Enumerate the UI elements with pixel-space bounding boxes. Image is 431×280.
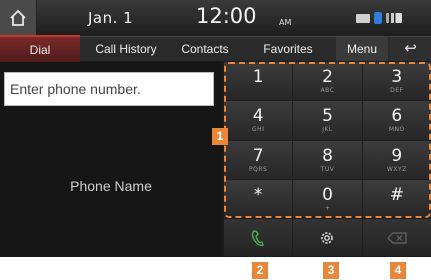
phone-name-label: Phone Name (70, 178, 152, 194)
status-icons (356, 12, 402, 24)
phone-number-input[interactable]: Enter phone number. (4, 72, 214, 106)
gear-icon (321, 231, 334, 244)
back-arrow-icon: ↩ (404, 40, 417, 57)
tab-favorites[interactable]: Favorites (244, 37, 332, 61)
key-digit: * (253, 184, 263, 205)
keypad-key[interactable]: 9 WXYZ (362, 140, 431, 179)
phone-handset-icon (252, 229, 265, 246)
keypad-key[interactable]: 8 TUV (293, 140, 362, 179)
callout-2: 2 (252, 262, 268, 279)
key-digit: 6 (391, 106, 403, 127)
time-display: 12:00 (196, 4, 257, 28)
key-digit: 1 (252, 67, 264, 87)
delete-button[interactable] (362, 219, 431, 256)
key-digit: 3 (391, 67, 403, 87)
dial-keypad: 1 2 ABC 3 DEF 4 GHI 5 JKL 6 MNO 7 PQRS 8 TUV 9 WXYZ * 0 + # (224, 62, 431, 218)
key-letters: GHI (251, 126, 265, 134)
ampm-indicator: AM (279, 18, 292, 27)
key-letters: JKL (322, 126, 333, 134)
callout-3: 3 (323, 262, 339, 279)
key-digit: 4 (252, 106, 264, 127)
key-digit: 7 (252, 145, 264, 166)
key-digit: # (389, 184, 404, 205)
keypad-key[interactable]: 4 GHI (224, 101, 293, 140)
keypad-key[interactable]: 0 + (293, 179, 362, 218)
key-letters: + (324, 204, 331, 212)
home-icon (10, 9, 26, 26)
key-letters: TUV (320, 165, 335, 173)
phone-dial-screen: Jan. 1 12:00 AM Dial Call History Contac… (0, 0, 431, 280)
key-letters: DEF (390, 87, 404, 94)
keypad-key[interactable]: * (224, 179, 293, 218)
tab-bar: Dial Call History Contacts Favorites Men… (0, 35, 431, 63)
tab-contacts[interactable]: Contacts (168, 37, 242, 61)
keypad-key[interactable]: 5 JKL (293, 101, 362, 140)
keypad-key[interactable]: 3 DEF (362, 62, 431, 101)
tab-call-history[interactable]: Call History (84, 37, 168, 61)
callout-1: 1 (212, 128, 228, 145)
key-digit: 0 (322, 184, 333, 205)
call-button[interactable] (224, 219, 293, 256)
settings-button[interactable] (293, 219, 362, 256)
key-letters: ABC (320, 87, 335, 94)
bottom-margin (0, 257, 431, 280)
signal-icon (386, 13, 402, 23)
date-display: Jan. 1 (88, 9, 134, 27)
status-bar: Jan. 1 12:00 AM (0, 0, 431, 37)
keypad-key[interactable]: 1 (224, 62, 293, 101)
keypad-key[interactable]: 2 ABC (293, 62, 362, 101)
backspace-icon (386, 231, 407, 244)
action-row (224, 219, 431, 256)
key-digit: 5 (322, 106, 333, 127)
callout-4: 4 (390, 262, 406, 279)
key-letters: WXYZ (386, 165, 407, 173)
key-digit: 8 (322, 145, 333, 166)
menu-button[interactable]: Menu (336, 37, 388, 61)
back-button[interactable]: ↩ (390, 37, 431, 61)
key-digit: 2 (322, 67, 333, 87)
key-letters: MNO (388, 126, 405, 134)
key-digit: 9 (391, 145, 403, 166)
keypad-key[interactable]: 7 PQRS (224, 140, 293, 179)
keypad-key[interactable]: # (362, 179, 431, 218)
number-panel: Enter phone number. Phone Name (0, 62, 222, 280)
battery-icon (356, 13, 370, 23)
key-letters: PQRS (249, 165, 268, 173)
tab-dial[interactable]: Dial (0, 35, 80, 63)
home-button[interactable] (0, 0, 37, 36)
bluetooth-icon (374, 12, 382, 24)
keypad-key[interactable]: 6 MNO (362, 101, 431, 140)
